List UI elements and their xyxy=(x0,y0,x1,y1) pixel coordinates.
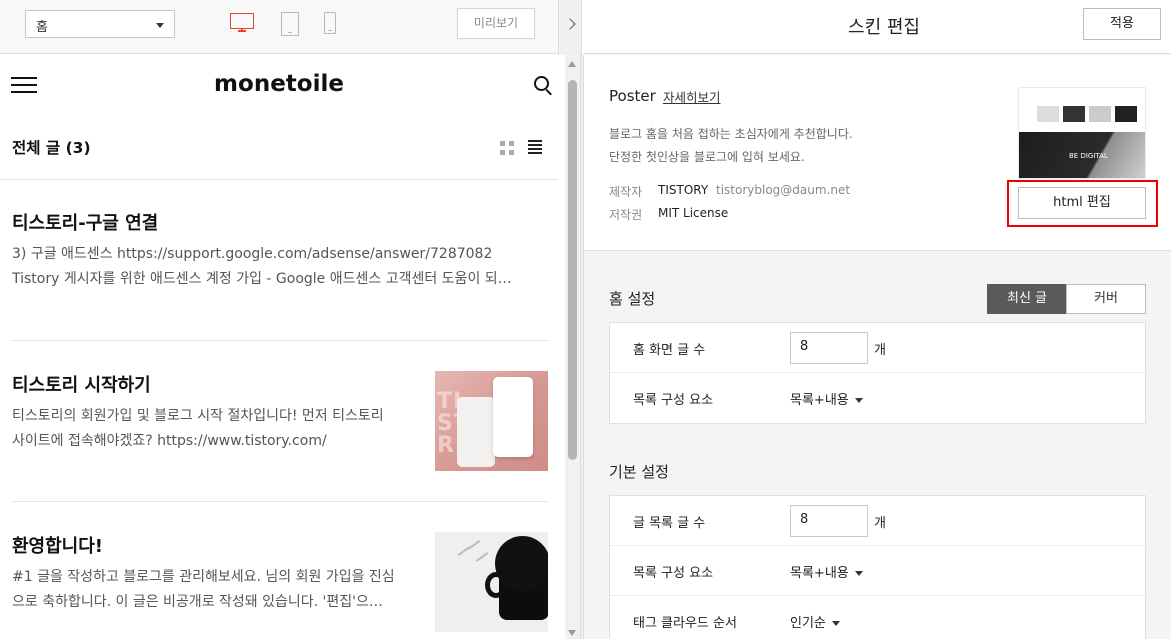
home-settings-box: 홈 화면 글 수 8 개 목록 구성 요소 목록+내용 xyxy=(609,322,1146,424)
page-select[interactable]: 홈 xyxy=(25,10,175,38)
license-value: MIT License xyxy=(658,206,729,220)
skin-detail-link[interactable]: 자세히보기 xyxy=(663,87,721,106)
setting-unit: 개 xyxy=(874,516,886,531)
post-excerpt: 3) 구글 애드센스 https://support.google.com/ad… xyxy=(12,242,548,292)
chevron-down-icon xyxy=(831,621,840,626)
home-type-tabs: 최신 글 커버 xyxy=(987,284,1146,314)
post-excerpt: #1 글을 작성하고 블로그를 관리해보세요. 님의 회원 가입을 진심 으로 … xyxy=(12,565,422,615)
setting-label: 글 목록 글 수 xyxy=(633,516,706,531)
apply-button[interactable]: 적용 xyxy=(1083,8,1161,40)
post-item[interactable]: 티스토리 시작하기 티스토리의 회원가입 및 블로그 시작 절차입니다! 먼저 … xyxy=(12,371,548,471)
setting-label: 태그 클라우드 순서 xyxy=(633,616,737,631)
post-excerpt-line: Tistory 게시자를 위한 애드센스 계정 가입 - Google 애드센스… xyxy=(12,271,512,287)
skin-description: 단정한 첫인상을 블로그에 입혀 보세요. xyxy=(609,150,805,164)
maker-name: TISTORY xyxy=(658,183,709,197)
skin-description: 블로그 홈을 처음 접하는 초심자에게 추천합니다. xyxy=(609,127,853,141)
post-title[interactable]: 티스토리-구글 연결 xyxy=(12,209,548,235)
skin-thumbnail-text: BE DIGITAL xyxy=(1069,152,1108,160)
post-item[interactable]: 환영합니다! #1 글을 작성하고 블로그를 관리해보세요. 님의 회원 가입을… xyxy=(12,532,548,632)
preview-toolbar: 홈 미리보기 xyxy=(0,0,558,54)
list-view-icon[interactable] xyxy=(528,140,542,154)
select-value: 목록+내용 xyxy=(790,393,849,408)
search-icon[interactable] xyxy=(534,76,554,96)
scroll-up-icon[interactable] xyxy=(568,61,576,67)
mobile-view-icon[interactable] xyxy=(324,12,336,34)
skin-info-card: Poster 자세히보기 블로그 홈을 처음 접하는 초심자에게 추천합니다. … xyxy=(584,55,1171,251)
panel-toggle[interactable] xyxy=(558,0,582,55)
chevron-down-icon xyxy=(854,571,863,576)
editor-header: 스킨 편집 적용 xyxy=(584,0,1171,54)
post-excerpt: 티스토리의 회원가입 및 블로그 시작 절차입니다! 먼저 티스토리 사이트에 … xyxy=(12,404,422,454)
license-label: 저작권 xyxy=(609,208,643,222)
select-value: 인기순 xyxy=(790,616,826,631)
maker-email: tistoryblog@daum.net xyxy=(716,183,851,197)
skin-editor-pane: 스킨 편집 적용 Poster 자세히보기 블로그 홈을 처음 접하는 초심자에… xyxy=(584,0,1171,639)
setting-row: 목록 구성 요소 목록+내용 xyxy=(610,373,1145,423)
html-edit-button[interactable]: html 편집 xyxy=(1018,187,1146,219)
page-select-value: 홈 xyxy=(36,20,48,35)
post-thumbnail[interactable]: TI ST RD xyxy=(435,371,548,471)
post-item[interactable]: 티스토리-구글 연결 3) 구글 애드센스 https://support.go… xyxy=(12,209,548,292)
setting-unit: 개 xyxy=(874,343,886,358)
scroll-down-icon[interactable] xyxy=(568,630,576,636)
home-post-count-input[interactable]: 8 xyxy=(790,332,868,364)
divider xyxy=(12,501,548,502)
list-post-count-input[interactable]: 8 xyxy=(790,505,868,537)
post-excerpt-line: 티스토리의 회원가입 및 블로그 시작 절차입니다! 먼저 티스토리 xyxy=(12,408,384,424)
divider xyxy=(0,179,558,180)
preview-pane: 홈 미리보기 monetoile 전체 글 (3) 티스토리-구글 연결 3) … xyxy=(0,0,558,639)
home-list-composition-select[interactable]: 목록+내용 xyxy=(790,389,863,408)
scrollbar-thumb[interactable] xyxy=(568,80,577,460)
skin-thumbnail: BE DIGITAL xyxy=(1018,87,1146,179)
post-excerpt-line: 사이트에 접속해야겠죠? https://www.tistory.com/ xyxy=(12,433,327,449)
post-excerpt-line: #1 글을 작성하고 블로그를 관리해보세요. 님의 회원 가입을 진심 xyxy=(12,569,395,585)
skin-name: Poster xyxy=(609,87,656,105)
setting-row: 홈 화면 글 수 8 개 xyxy=(610,323,1145,373)
maker-value: TISTORY tistoryblog@daum.net xyxy=(658,183,850,197)
blog-preview: monetoile 전체 글 (3) 티스토리-구글 연결 3) 구글 애드센스… xyxy=(0,55,565,639)
basic-settings-title: 기본 설정 xyxy=(609,463,669,481)
chevron-down-icon xyxy=(156,23,164,28)
grid-view-icon[interactable] xyxy=(500,141,514,155)
post-thumbnail[interactable] xyxy=(435,532,548,632)
select-value: 목록+내용 xyxy=(790,566,849,581)
setting-row: 목록 구성 요소 목록+내용 xyxy=(610,546,1145,596)
setting-label: 목록 구성 요소 xyxy=(633,566,714,581)
post-list-title: 전체 글 (3) xyxy=(12,139,91,157)
tab-cover[interactable]: 커버 xyxy=(1066,284,1146,314)
preview-scrollbar[interactable] xyxy=(565,55,580,639)
chevron-down-icon xyxy=(854,398,863,403)
preview-button[interactable]: 미리보기 xyxy=(457,8,535,39)
setting-row: 태그 클라우드 순서 인기순 xyxy=(610,596,1145,639)
list-composition-select[interactable]: 목록+내용 xyxy=(790,562,863,581)
divider xyxy=(12,340,548,341)
basic-settings-box: 글 목록 글 수 8 개 목록 구성 요소 목록+내용 태그 클라우드 순서 인… xyxy=(609,495,1146,639)
setting-label: 홈 화면 글 수 xyxy=(633,343,706,358)
post-excerpt-line: 3) 구글 애드센스 https://support.google.com/ad… xyxy=(12,246,493,262)
tab-latest-posts[interactable]: 최신 글 xyxy=(987,284,1067,314)
setting-row: 글 목록 글 수 8 개 xyxy=(610,496,1145,546)
blog-title[interactable]: monetoile xyxy=(0,71,558,97)
tag-cloud-order-select[interactable]: 인기순 xyxy=(790,612,840,631)
chevron-right-icon xyxy=(564,18,576,30)
tablet-view-icon[interactable] xyxy=(281,12,299,36)
post-excerpt-line: 으로 축하합니다. 이 글은 비공개로 작성돼 있습니다. '편집'으… xyxy=(12,594,383,610)
desktop-view-icon[interactable] xyxy=(230,13,254,35)
setting-label: 목록 구성 요소 xyxy=(633,393,714,408)
maker-label: 제작자 xyxy=(609,185,643,199)
home-settings-title: 홈 설정 xyxy=(609,290,656,308)
